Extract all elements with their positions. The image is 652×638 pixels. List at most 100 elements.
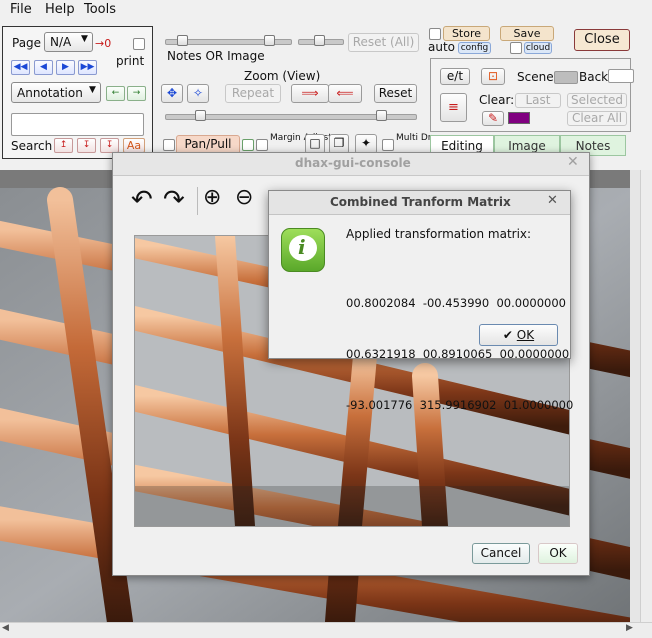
notes-image-slider-right-handle[interactable]: [264, 35, 275, 46]
zoom-slider-right-handle[interactable]: [376, 110, 387, 121]
arrow-left-bar-icon: ←: [111, 88, 120, 98]
scroll-right-icon[interactable]: ▶: [626, 623, 633, 633]
zoom-in-icon[interactable]: ⊕: [203, 185, 221, 210]
search-input[interactable]: [11, 113, 144, 136]
double-frame-icon: ❐: [333, 136, 345, 150]
menu-tools[interactable]: Tools: [84, 2, 116, 17]
undo-arrow-button[interactable]: ⟸: [328, 84, 362, 103]
move-icon: ✥: [166, 86, 178, 100]
go-zero-button[interactable]: →0: [95, 37, 111, 50]
target-button[interactable]: ⊡: [481, 68, 505, 85]
console-close-icon[interactable]: ✕: [567, 154, 579, 170]
cloud-button[interactable]: cloud: [524, 42, 552, 54]
menubar: File Help Tools: [0, 0, 652, 22]
layers-button[interactable]: ≡: [440, 93, 467, 122]
move-button[interactable]: ✥: [161, 84, 183, 103]
pan-pull-checkbox[interactable]: [163, 139, 175, 151]
reset-all-button[interactable]: Reset (All): [348, 33, 419, 52]
dialog-ok-label: OK: [516, 328, 535, 342]
margin-checkbox-1[interactable]: [242, 139, 254, 151]
horizontal-scrollbar[interactable]: ◀ ▶: [0, 622, 652, 638]
clear-all-button[interactable]: Clear All: [567, 111, 627, 126]
repeat-button[interactable]: Repeat: [225, 84, 281, 103]
dialog-message: Applied transformation matrix:: [346, 227, 532, 241]
dialog-title: Combined Tranform Matrix: [330, 195, 511, 209]
case-sensitive-button[interactable]: Aa: [123, 138, 145, 153]
prev-page-button[interactable]: ◀: [34, 60, 53, 75]
annotation-select[interactable]: Annotation ▼: [11, 82, 101, 103]
next-page-button[interactable]: ▶: [56, 60, 75, 75]
page-label: Page: [12, 36, 42, 50]
first-page-button[interactable]: ◀◀: [11, 60, 30, 75]
print-label: print: [116, 54, 145, 68]
expand-right-button[interactable]: →: [127, 86, 146, 101]
page-select[interactable]: N/A ▼: [44, 32, 93, 52]
small-slider-handle[interactable]: [314, 35, 325, 46]
clear-selected-button[interactable]: Selected: [567, 93, 627, 108]
scene-swatch[interactable]: [554, 71, 578, 84]
checkmark-icon: ✔: [502, 328, 513, 342]
search-end-button[interactable]: ↧: [100, 138, 119, 153]
margin-double-frame-button[interactable]: ❐: [329, 134, 349, 154]
notes-or-image-label: Notes OR Image: [167, 49, 265, 63]
save-button[interactable]: Save: [500, 26, 554, 41]
double-right-arrow-icon: ▶▶: [80, 62, 95, 72]
console-toolbar: ↶ ↷ ⊕ ⊖: [123, 183, 273, 221]
undo-icon[interactable]: ↶: [131, 185, 153, 215]
page-select-value: N/A: [50, 35, 72, 49]
redo-arrow-button[interactable]: ⟹: [291, 84, 329, 103]
star-icon: ✦: [360, 136, 372, 150]
vertical-scrollbar[interactable]: [640, 170, 652, 622]
config-button[interactable]: config: [458, 42, 491, 54]
zoom-out-icon[interactable]: ⊖: [235, 185, 253, 210]
scroll-left-icon[interactable]: ◀: [2, 623, 9, 633]
console-cancel-button[interactable]: Cancel: [472, 543, 530, 564]
matrix-row: 00.8002084 -00.453990 00.0000000: [346, 296, 566, 310]
close-button[interactable]: Close: [574, 29, 630, 51]
console-titlebar[interactable]: dhax-gui-console ✕: [113, 153, 589, 176]
console-title: dhax-gui-console: [295, 156, 411, 170]
matrix-row: -93.001776 315.9916902 01.0000000: [346, 398, 574, 412]
menu-help[interactable]: Help: [45, 2, 75, 17]
info-icon: i: [281, 228, 325, 272]
zoom-view-label: Zoom (View): [244, 69, 321, 83]
back-swatch[interactable]: [608, 69, 634, 83]
margin-frame-button[interactable]: □: [305, 134, 325, 154]
notes-image-slider-left-handle[interactable]: [177, 35, 188, 46]
down-arrow-icon: ↧: [82, 140, 91, 150]
auto-checkbox[interactable]: [429, 28, 441, 40]
auto-label: auto: [428, 40, 456, 54]
pen-button[interactable]: ✎: [482, 111, 504, 126]
console-ok-button[interactable]: OK: [538, 543, 578, 564]
search-up-button[interactable]: ↥: [54, 138, 73, 153]
zoom-slider-left-handle[interactable]: [195, 110, 206, 121]
multi-draw-checkbox[interactable]: [382, 139, 394, 151]
collapse-left-button[interactable]: ←: [106, 86, 125, 101]
dialog-ok-button[interactable]: ✔ OK: [479, 324, 558, 346]
store-button[interactable]: Store: [443, 26, 490, 41]
dialog-titlebar[interactable]: Combined Tranform Matrix ✕: [269, 191, 570, 215]
et-button[interactable]: e/t: [440, 68, 470, 85]
star-button[interactable]: ✦: [355, 134, 377, 154]
reset-button[interactable]: Reset: [374, 84, 417, 103]
dialog-close-icon[interactable]: ✕: [547, 193, 558, 208]
search-down-button[interactable]: ↧: [77, 138, 96, 153]
margin-checkbox-2[interactable]: [256, 139, 268, 151]
chevron-down-icon: ▼: [81, 34, 88, 44]
redo-icon[interactable]: ↷: [163, 185, 185, 215]
clear-last-button[interactable]: Last: [515, 93, 561, 108]
menu-file[interactable]: File: [10, 2, 32, 17]
scene-label: Scene: [517, 70, 554, 84]
cloud-checkbox[interactable]: [510, 42, 522, 54]
down-to-bar-icon: ↧: [105, 140, 114, 150]
chevron-down-icon: ▼: [89, 85, 96, 95]
last-page-button[interactable]: ▶▶: [78, 60, 97, 75]
pen-icon: ✎: [487, 111, 499, 125]
left-double-arrow-icon: ⟸: [336, 86, 354, 100]
up-arrow-icon: ↥: [59, 140, 68, 150]
zoom-center-button[interactable]: ✧: [187, 84, 209, 103]
pen-color-swatch[interactable]: [508, 112, 530, 124]
print-checkbox[interactable]: [133, 38, 145, 50]
clear-label: Clear:: [479, 93, 515, 107]
search-label: Search: [11, 139, 53, 153]
